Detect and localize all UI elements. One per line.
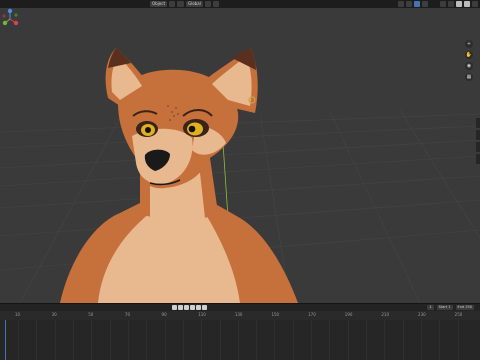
pivot-icon[interactable] [178,1,184,7]
navigation-gizmo[interactable] [0,8,20,30]
track-gridline [402,320,404,360]
magnet-icon[interactable] [204,1,211,7]
track-gridline [91,320,93,360]
track-gridline [366,320,368,360]
sidebar-tabs [476,118,480,238]
ruler-mark-label: 50 [88,312,94,317]
track-gridline [54,320,56,360]
gizmo-y-axis-icon[interactable] [2,20,8,26]
track-gridline [329,320,331,360]
character-model [60,48,298,303]
overlay-toggle-icon[interactable] [414,1,420,7]
timeline-tracks[interactable] [0,320,480,360]
prev-keyframe-icon[interactable] [178,305,183,310]
track-gridline [237,320,239,360]
start-value: 1 [448,305,451,309]
jump-end-icon[interactable] [202,305,207,310]
track-gridline [311,320,313,360]
track-gridline [72,320,74,360]
track-gridline [164,320,166,360]
track-gridline [146,320,148,360]
gizmo-neg-x [2,14,6,18]
play-reverse-icon[interactable] [184,305,189,310]
timeline-ruler[interactable]: 10 30 50 70 90 110 130 150 170 190 210 230 250 [0,311,480,320]
ruler-mark-label: 150 [271,312,280,317]
xray-icon[interactable] [422,1,428,7]
falloff-icon[interactable] [212,1,219,7]
snap-icon[interactable] [169,1,176,7]
playhead[interactable] [5,320,6,360]
end-frame-field[interactable]: End 250 [455,305,474,310]
viewport-overlays [398,1,428,7]
playback-controls [172,305,207,310]
ruler-mark-label: 250 [454,312,463,317]
sidebar-tab[interactable] [476,118,480,128]
track-gridline [127,320,129,360]
jump-start-icon[interactable] [172,305,177,310]
gizmo-neg-y [14,13,18,17]
camera-icon[interactable]: ◉ [465,62,473,70]
end-value: 250 [465,305,472,309]
zoom-icon[interactable]: + [465,40,473,48]
transform-orientation: Global [178,1,219,7]
track-gridline [384,320,386,360]
right-pupil [188,125,196,133]
grid-icon[interactable]: ▦ [465,73,473,81]
hand-icon[interactable]: ✋ [465,51,473,59]
track-gridline [182,320,184,360]
sidebar-tab[interactable] [476,130,480,140]
track-gridline [292,320,294,360]
gizmo-toggle-icon[interactable] [406,1,412,7]
ruler-mark-label: 90 [161,312,167,317]
wireframe-shading-icon[interactable] [440,1,446,7]
ruler-mark-label: 190 [344,312,353,317]
end-label: End [457,305,465,309]
ruler-mark-label: 210 [381,312,390,317]
play-icon[interactable] [190,305,195,310]
track-gridline [201,320,203,360]
shading-modes [440,1,478,7]
next-keyframe-icon[interactable] [196,305,201,310]
sidebar-tab[interactable] [476,142,480,152]
visibility-icon[interactable] [398,1,404,7]
mode-selector[interactable]: Object [150,1,168,7]
ruler-mark-label: 230 [418,312,426,317]
solid-shading-icon[interactable] [448,1,454,7]
track-gridline [274,320,276,360]
start-label: Start [438,305,448,309]
track-gridline [18,320,19,360]
material-shading-icon[interactable] [456,1,462,7]
track-gridline [219,320,221,360]
rendered-shading-icon[interactable] [464,1,470,7]
track-gridline [439,320,441,360]
start-frame-field[interactable]: Start 1 [436,305,453,310]
ruler-mark-label: 110 [198,312,206,317]
frame-range: 1 Start 1 End 250 [427,305,474,310]
gizmo-x-axis-icon[interactable] [13,20,19,26]
viewport-scene [0,48,480,303]
navigation-tools: + ✋ ◉ ▦ [465,40,473,81]
ruler-mark-label: 70 [124,312,130,317]
orientation-selector[interactable]: Global [186,1,203,7]
ruler-mark-label: 170 [308,312,316,317]
3d-viewport[interactable]: + ✋ ◉ ▦ [0,8,480,303]
ruler-mark-label: 30 [51,312,57,317]
track-gridline [421,320,423,360]
ruler-mark-label: 130 [234,312,243,317]
track-gridline [109,320,111,360]
sidebar-tab[interactable] [476,154,480,164]
ruler-mark-label: 10 [15,312,21,317]
left-pupil [145,127,151,133]
track-gridline [347,320,349,360]
track-gridline [256,320,258,360]
current-frame-field[interactable]: 1 [427,305,434,310]
track-gridline [457,320,459,360]
shading-options-icon[interactable] [472,1,478,7]
gizmo-z-axis-icon[interactable] [7,8,13,14]
track-gridline [36,320,38,360]
